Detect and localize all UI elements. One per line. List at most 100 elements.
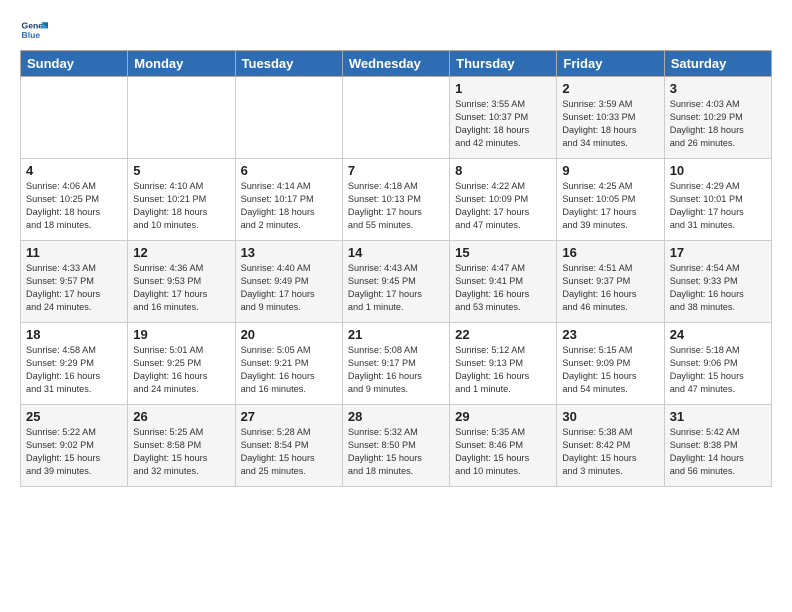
day-number: 22	[455, 327, 551, 342]
day-cell: 7Sunrise: 4:18 AM Sunset: 10:13 PM Dayli…	[342, 159, 449, 241]
day-info: Sunrise: 5:08 AM Sunset: 9:17 PM Dayligh…	[348, 344, 444, 396]
day-number: 3	[670, 81, 766, 96]
day-cell: 19 Sunrise: 5:01 AM Sunset: 9:25 PM Dayli…	[128, 323, 235, 405]
day-info: Sunrise: 4:06 AM Sunset: 10:25 PM Daylig…	[26, 180, 122, 232]
day-number: 30	[562, 409, 658, 424]
day-info: Sunrise: 4:51 AM Sunset: 9:37 PM Dayligh…	[562, 262, 658, 314]
svg-text:Blue: Blue	[22, 30, 41, 40]
logo: General Blue	[20, 16, 48, 44]
day-cell: 29Sunrise: 5:35 AM Sunset: 8:46 PM Dayli…	[450, 405, 557, 487]
day-cell: 18 Sunrise: 4:58 AM Sunset: 9:29 PM Dayli…	[21, 323, 128, 405]
day-number: 20	[241, 327, 337, 342]
day-info: Sunrise: 5:22 AM Sunset: 9:02 PM Dayligh…	[26, 426, 122, 478]
day-number: 24	[670, 327, 766, 342]
day-cell: 12 Sunrise: 4:36 AM Sunset: 9:53 PM Dayli…	[128, 241, 235, 323]
day-info: Sunrise: 4:14 AM Sunset: 10:17 PM Daylig…	[241, 180, 337, 232]
day-info: Sunrise: 4:25 AM Sunset: 10:05 PM Daylig…	[562, 180, 658, 232]
day-cell: 1 Sunrise: 3:55 AM Sunset: 10:37 PM Dayli…	[450, 77, 557, 159]
day-cell: 31 Sunrise: 5:42 AM Sunset: 8:38 PM Dayli…	[664, 405, 771, 487]
day-info: Sunrise: 4:40 AM Sunset: 9:49 PM Dayligh…	[241, 262, 337, 314]
week-row-3: 11Sunrise: 4:33 AM Sunset: 9:57 PM Dayli…	[21, 241, 772, 323]
day-info: Sunrise: 5:25 AM Sunset: 8:58 PM Dayligh…	[133, 426, 229, 478]
day-number: 16	[562, 245, 658, 260]
day-info: Sunrise: 4:29 AM Sunset: 10:01 PM Daylig…	[670, 180, 766, 232]
day-number: 17	[670, 245, 766, 260]
header-row: SundayMondayTuesdayWednesdayThursdayFrid…	[21, 51, 772, 77]
day-number: 27	[241, 409, 337, 424]
day-cell: 21 Sunrise: 5:08 AM Sunset: 9:17 PM Dayli…	[342, 323, 449, 405]
header-day-thursday: Thursday	[450, 51, 557, 77]
day-cell: 3 Sunrise: 4:03 AM Sunset: 10:29 PM Dayli…	[664, 77, 771, 159]
header-day-monday: Monday	[128, 51, 235, 77]
day-number: 28	[348, 409, 444, 424]
day-cell: 25 Sunrise: 5:22 AM Sunset: 9:02 PM Dayli…	[21, 405, 128, 487]
day-info: Sunrise: 4:58 AM Sunset: 9:29 PM Dayligh…	[26, 344, 122, 396]
day-info: Sunrise: 5:38 AM Sunset: 8:42 PM Dayligh…	[562, 426, 658, 478]
day-cell: 15 Sunrise: 4:47 AM Sunset: 9:41 PM Dayli…	[450, 241, 557, 323]
day-cell: 16 Sunrise: 4:51 AM Sunset: 9:37 PM Dayli…	[557, 241, 664, 323]
day-info: Sunrise: 4:03 AM Sunset: 10:29 PM Daylig…	[670, 98, 766, 150]
day-info: Sunrise: 4:22 AM Sunset: 10:09 PM Daylig…	[455, 180, 551, 232]
day-number: 4	[26, 163, 122, 178]
day-info: Sunrise: 4:47 AM Sunset: 9:41 PM Dayligh…	[455, 262, 551, 314]
day-number: 9	[562, 163, 658, 178]
day-number: 31	[670, 409, 766, 424]
page: General Blue SundayMondayTuesdayWednesda…	[0, 0, 792, 497]
day-cell: 11Sunrise: 4:33 AM Sunset: 9:57 PM Dayli…	[21, 241, 128, 323]
header-day-friday: Friday	[557, 51, 664, 77]
day-info: Sunrise: 5:01 AM Sunset: 9:25 PM Dayligh…	[133, 344, 229, 396]
day-cell: 6 Sunrise: 4:14 AM Sunset: 10:17 PM Dayli…	[235, 159, 342, 241]
calendar-table: SundayMondayTuesdayWednesdayThursdayFrid…	[20, 50, 772, 487]
day-number: 23	[562, 327, 658, 342]
day-cell: 30 Sunrise: 5:38 AM Sunset: 8:42 PM Dayli…	[557, 405, 664, 487]
header: General Blue	[20, 16, 772, 44]
day-number: 1	[455, 81, 551, 96]
day-number: 7	[348, 163, 444, 178]
day-cell	[21, 77, 128, 159]
day-number: 5	[133, 163, 229, 178]
day-number: 15	[455, 245, 551, 260]
day-number: 6	[241, 163, 337, 178]
header-day-saturday: Saturday	[664, 51, 771, 77]
day-info: Sunrise: 5:15 AM Sunset: 9:09 PM Dayligh…	[562, 344, 658, 396]
day-number: 19	[133, 327, 229, 342]
day-info: Sunrise: 4:33 AM Sunset: 9:57 PM Dayligh…	[26, 262, 122, 314]
day-number: 18	[26, 327, 122, 342]
day-number: 12	[133, 245, 229, 260]
day-number: 29	[455, 409, 551, 424]
day-info: Sunrise: 4:54 AM Sunset: 9:33 PM Dayligh…	[670, 262, 766, 314]
day-number: 21	[348, 327, 444, 342]
header-day-sunday: Sunday	[21, 51, 128, 77]
day-info: Sunrise: 4:43 AM Sunset: 9:45 PM Dayligh…	[348, 262, 444, 314]
day-cell: 4 Sunrise: 4:06 AM Sunset: 10:25 PM Dayli…	[21, 159, 128, 241]
week-row-1: 1 Sunrise: 3:55 AM Sunset: 10:37 PM Dayli…	[21, 77, 772, 159]
day-info: Sunrise: 5:28 AM Sunset: 8:54 PM Dayligh…	[241, 426, 337, 478]
day-number: 10	[670, 163, 766, 178]
day-number: 2	[562, 81, 658, 96]
week-row-2: 4 Sunrise: 4:06 AM Sunset: 10:25 PM Dayli…	[21, 159, 772, 241]
day-info: Sunrise: 3:59 AM Sunset: 10:33 PM Daylig…	[562, 98, 658, 150]
day-cell	[128, 77, 235, 159]
logo-icon: General Blue	[20, 16, 48, 44]
day-cell: 24Sunrise: 5:18 AM Sunset: 9:06 PM Dayli…	[664, 323, 771, 405]
day-number: 13	[241, 245, 337, 260]
day-cell: 27 Sunrise: 5:28 AM Sunset: 8:54 PM Dayli…	[235, 405, 342, 487]
day-info: Sunrise: 4:10 AM Sunset: 10:21 PM Daylig…	[133, 180, 229, 232]
day-cell: 13 Sunrise: 4:40 AM Sunset: 9:49 PM Dayli…	[235, 241, 342, 323]
day-info: Sunrise: 3:55 AM Sunset: 10:37 PM Daylig…	[455, 98, 551, 150]
header-day-wednesday: Wednesday	[342, 51, 449, 77]
day-cell: 10 Sunrise: 4:29 AM Sunset: 10:01 PM Dayl…	[664, 159, 771, 241]
day-cell: 14Sunrise: 4:43 AM Sunset: 9:45 PM Dayli…	[342, 241, 449, 323]
day-cell: 2 Sunrise: 3:59 AM Sunset: 10:33 PM Dayli…	[557, 77, 664, 159]
day-cell: 9 Sunrise: 4:25 AM Sunset: 10:05 PM Dayli…	[557, 159, 664, 241]
day-info: Sunrise: 5:32 AM Sunset: 8:50 PM Dayligh…	[348, 426, 444, 478]
day-cell: 5 Sunrise: 4:10 AM Sunset: 10:21 PM Dayli…	[128, 159, 235, 241]
day-cell	[342, 77, 449, 159]
header-day-tuesday: Tuesday	[235, 51, 342, 77]
day-info: Sunrise: 5:12 AM Sunset: 9:13 PM Dayligh…	[455, 344, 551, 396]
day-cell: 8Sunrise: 4:22 AM Sunset: 10:09 PM Dayli…	[450, 159, 557, 241]
day-cell: 23 Sunrise: 5:15 AM Sunset: 9:09 PM Dayli…	[557, 323, 664, 405]
day-info: Sunrise: 4:36 AM Sunset: 9:53 PM Dayligh…	[133, 262, 229, 314]
day-info: Sunrise: 5:42 AM Sunset: 8:38 PM Dayligh…	[670, 426, 766, 478]
day-number: 25	[26, 409, 122, 424]
